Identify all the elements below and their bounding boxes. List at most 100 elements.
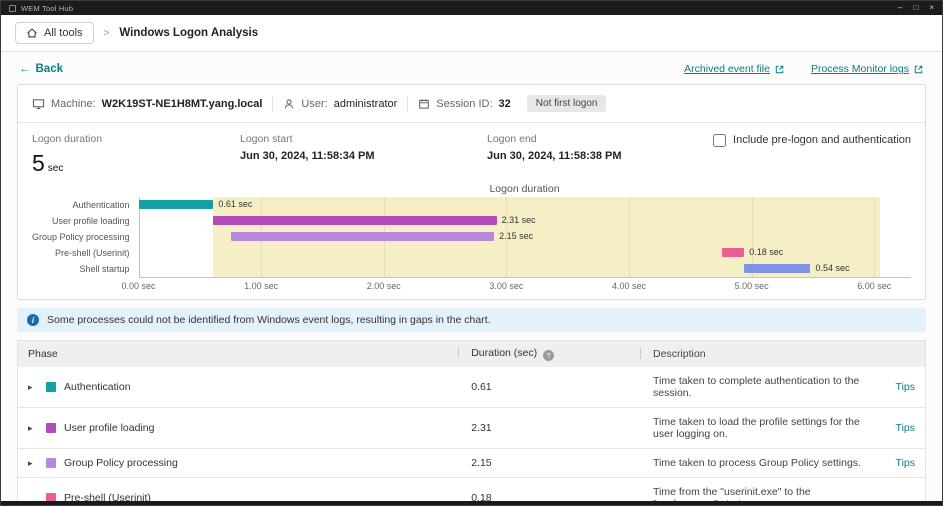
info-banner-text: Some processes could not be identified f…: [47, 314, 491, 326]
tips-cell: Tips: [865, 457, 915, 469]
session-id-info: Session ID: 32: [418, 98, 511, 110]
process-monitor-logs-link[interactable]: Process Monitor logs: [811, 63, 924, 75]
duration-number: 5: [32, 150, 45, 177]
table-row-authentication: ▸Authentication0.61Time taken to complet…: [18, 367, 925, 408]
include-pre-logon-checkbox[interactable]: [713, 134, 726, 147]
tips-link[interactable]: Tips: [896, 422, 915, 434]
user-label: User:: [301, 98, 327, 110]
back-label: Back: [36, 63, 64, 75]
chart-labels: AuthenticationUser profile loadingGroup …: [32, 197, 139, 294]
window-title: WEM Tool Hub: [21, 4, 73, 13]
tips-link[interactable]: Tips: [896, 457, 915, 469]
machine-value: W2K19ST-NE1H8MT.yang.local: [102, 98, 263, 110]
divider: [272, 97, 273, 111]
x-axis-tick-label: 1.00 sec: [244, 281, 278, 291]
window-bottom-edge: [1, 501, 942, 505]
tips-link[interactable]: Tips: [896, 381, 915, 393]
archived-event-file-link[interactable]: Archived event file: [684, 63, 785, 75]
logon-duration-label: Logon duration: [32, 133, 240, 145]
maximize-icon[interactable]: □: [913, 1, 918, 15]
session-info-row: Machine: W2K19ST-NE1H8MT.yang.local User…: [18, 85, 925, 123]
not-first-logon-badge: Not first logon: [527, 95, 607, 112]
all-tools-button[interactable]: All tools: [15, 22, 94, 44]
table-row-user-profile-loading: ▸ User profile loading 2.31Time taken to l…: [18, 408, 925, 449]
back-arrow-icon: ←: [19, 63, 31, 75]
description-cell: Time taken to process Group Policy setti…: [640, 457, 865, 469]
main-content: ← Back Archived event file Process Monito…: [1, 52, 942, 501]
chart-title: Logon duration: [32, 183, 911, 195]
logon-duration-value: 5 sec: [32, 150, 240, 177]
chart-category-label: Shell startup: [32, 261, 139, 277]
chart-body: AuthenticationUser profile loadingGroup …: [32, 197, 911, 294]
phase-color-swatch: [46, 493, 56, 501]
table-row-pre-shell-userinit: Pre-shell (Userinit)0.18Time from the "u…: [18, 478, 925, 501]
external-link-icon: [913, 64, 924, 75]
tips-cell: Tips: [865, 422, 915, 434]
logon-end-summary: Logon end Jun 30, 2024, 11:58:38 PM: [487, 133, 713, 177]
logon-duration-chart: Logon duration AuthenticationUser profil…: [18, 181, 925, 299]
info-banner: i Some processes could not be identified…: [17, 308, 926, 332]
chart-bar-user-profile-loading[interactable]: [213, 216, 496, 225]
x-axis-tick-label: 4.00 sec: [612, 281, 646, 291]
window-controls: – □ ×: [898, 1, 934, 15]
phase-cell: ▸ User profile loading: [28, 422, 458, 434]
duration-cell: 0.61: [458, 381, 640, 393]
external-link-icon: [774, 64, 785, 75]
logon-end-label: Logon end: [487, 133, 713, 145]
column-header-duration: Duration (sec)?: [458, 347, 640, 361]
close-icon[interactable]: ×: [929, 1, 934, 15]
chart-bar-group-policy-processing[interactable]: [231, 232, 495, 241]
x-axis-tick-label: 2.00 sec: [367, 281, 401, 291]
expand-caret-icon[interactable]: ▸: [28, 458, 38, 469]
phase-color-swatch: [46, 458, 56, 468]
chart-category-label: User profile loading: [32, 213, 139, 229]
logon-summary-card: Machine: W2K19ST-NE1H8MT.yang.local User…: [17, 84, 926, 300]
chart-bar-value-label: 2.15 sec: [499, 231, 533, 241]
duration-info-icon[interactable]: ?: [543, 350, 554, 361]
app-icon: [9, 5, 16, 12]
minimize-icon[interactable]: –: [898, 1, 902, 15]
table-header: Phase Duration (sec)? Description: [18, 341, 925, 367]
divider: [407, 97, 408, 111]
phases-table-body: ▸Authentication0.61Time taken to complet…: [18, 367, 925, 501]
calendar-icon: [418, 98, 430, 110]
top-links: Archived event file Process Monitor logs: [684, 63, 924, 75]
breadcrumb: All tools > Windows Logon Analysis: [1, 15, 942, 52]
x-axis-tick-label: 5.00 sec: [735, 281, 769, 291]
expand-caret-icon[interactable]: ▸: [28, 423, 38, 434]
expand-caret-icon[interactable]: ▸: [28, 382, 38, 393]
chart-category-label: Group Policy processing: [32, 229, 139, 245]
phase-cell: ▸ Group Policy processing: [28, 457, 458, 469]
chart-y-axis: [139, 197, 140, 277]
session-id-value: 32: [499, 98, 511, 110]
phase-color-swatch: [46, 382, 56, 392]
column-header-phase: Phase: [28, 348, 458, 360]
app-window: WEM Tool Hub – □ × All tools > Windows L…: [0, 0, 943, 506]
back-button[interactable]: ← Back: [19, 63, 63, 75]
description-cell: Time taken to load the profile settings …: [640, 416, 865, 440]
phase-cell: Pre-shell (Userinit): [28, 492, 458, 501]
phases-table: Phase Duration (sec)? Description ▸Authe…: [17, 340, 926, 501]
chart-bar-authentication[interactable]: [139, 200, 214, 209]
phase-name: User profile loading: [64, 422, 154, 434]
chart-bar-pre-shell-userinit[interactable]: [722, 248, 744, 257]
phase-name: Group Policy processing: [64, 457, 178, 469]
duration-unit: sec: [48, 163, 64, 174]
monitor-icon: [32, 98, 45, 110]
home-icon: [26, 27, 38, 39]
toolbar-row: ← Back Archived event file Process Monito…: [17, 52, 926, 84]
x-axis-tick-label: 0.00 sec: [122, 281, 156, 291]
phase-name: Pre-shell (Userinit): [64, 492, 151, 501]
logon-start-summary: Logon start Jun 30, 2024, 11:58:34 PM: [240, 133, 487, 177]
chart-gridline: [874, 197, 875, 277]
column-header-description: Description: [640, 348, 865, 360]
duration-cell: 2.31: [458, 422, 640, 434]
breadcrumb-separator-icon: >: [104, 28, 110, 39]
process-monitor-logs-link-label: Process Monitor logs: [811, 63, 909, 75]
chart-bar-value-label: 2.31 sec: [502, 215, 536, 225]
page-title: Windows Logon Analysis: [119, 27, 258, 39]
chart-bar-shell-startup[interactable]: [744, 264, 810, 273]
table-row-group-policy-processing: ▸Group Policy processing2.15Time taken t…: [18, 449, 925, 478]
column-divider: [458, 347, 459, 358]
duration-cell: 0.18: [458, 492, 640, 501]
